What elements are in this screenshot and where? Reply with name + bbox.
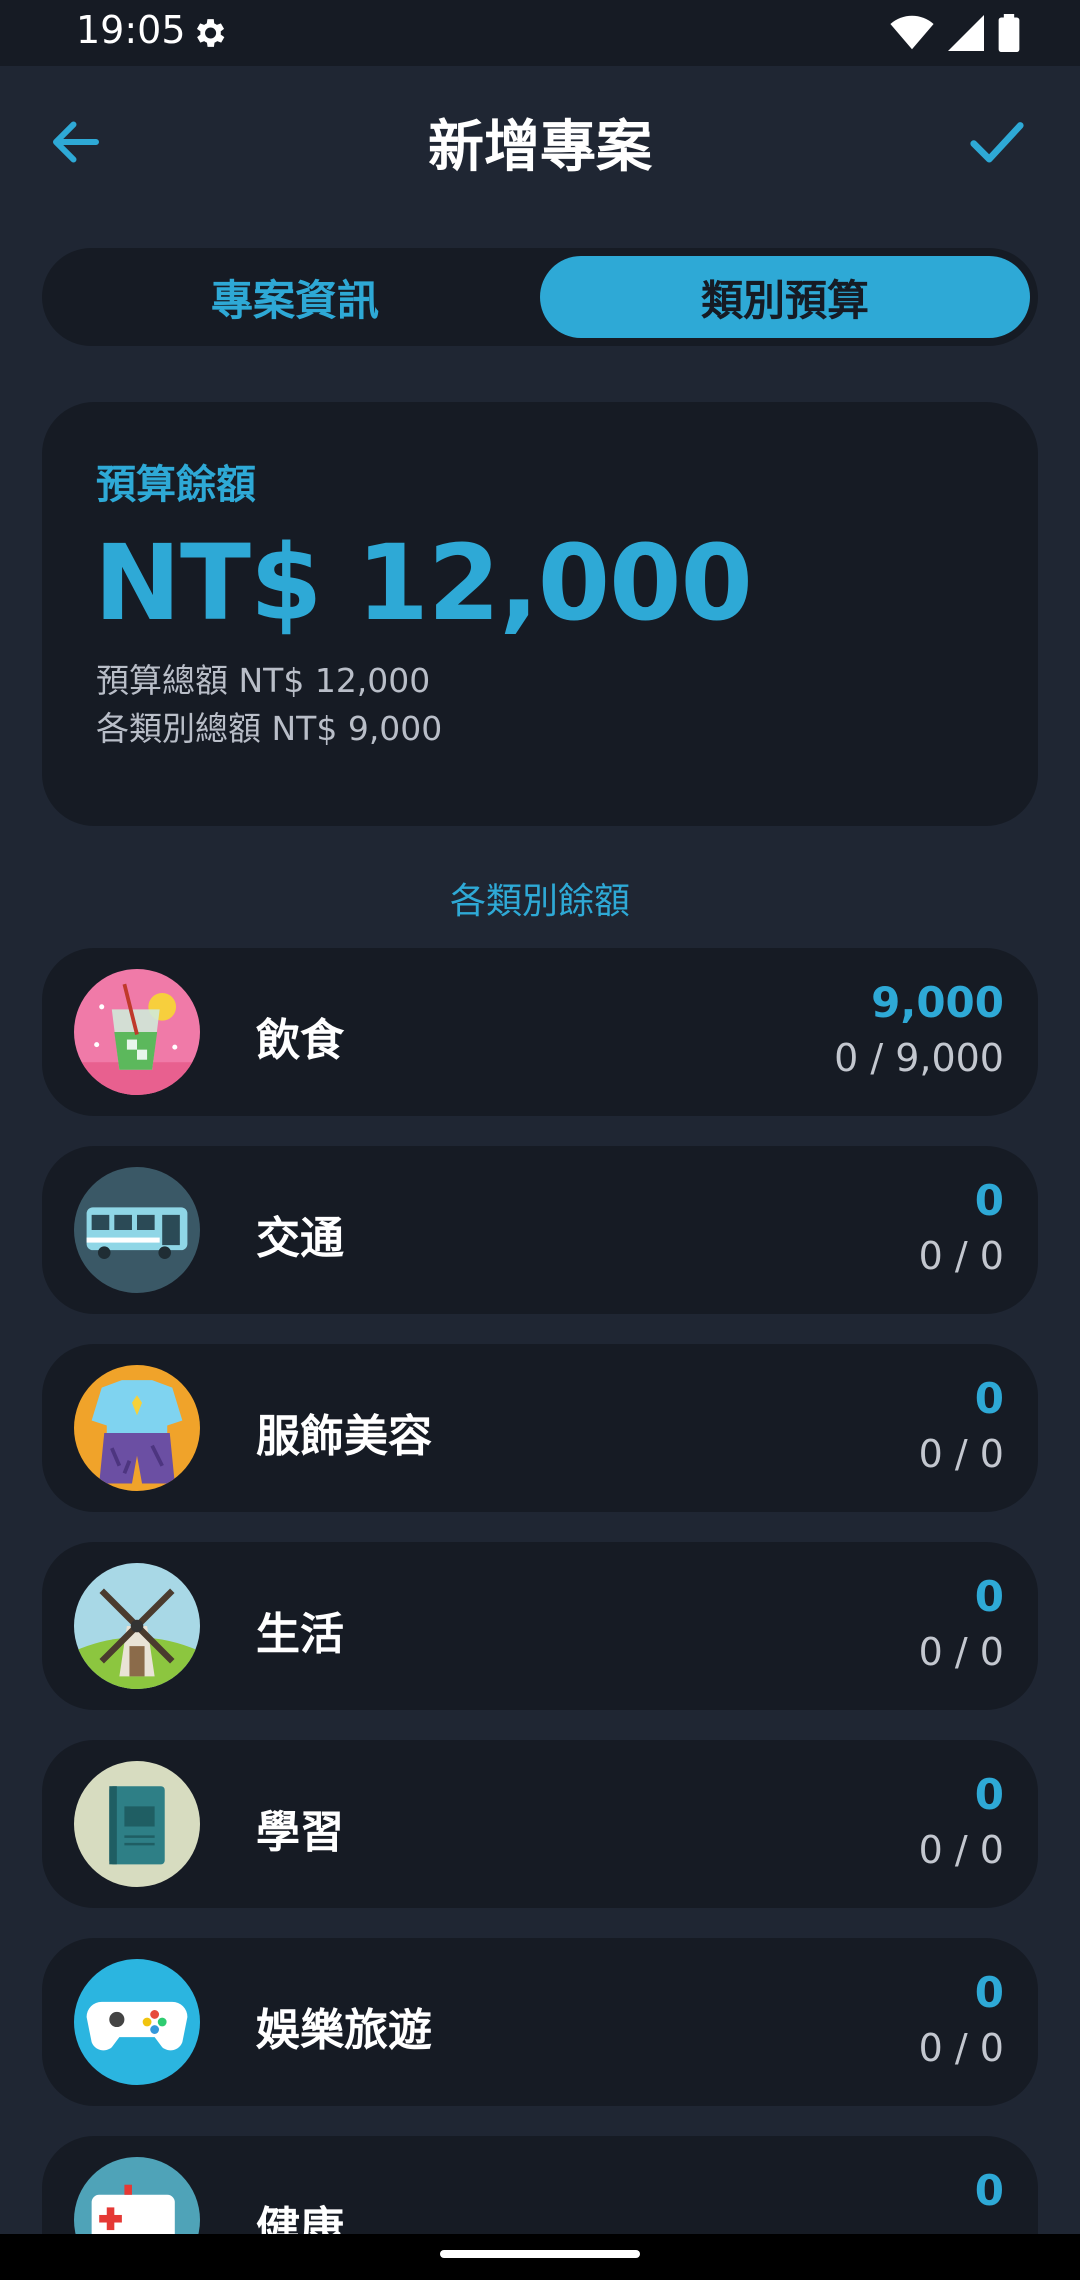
home-gesture-handle[interactable] xyxy=(440,2250,640,2258)
category-item-health[interactable]: 健康 0 xyxy=(42,2136,1038,2234)
drink-icon xyxy=(74,969,200,1095)
status-time: 19:05 xyxy=(76,8,186,52)
category-name: 服飾美容 xyxy=(256,1411,432,1462)
tab-category-budget[interactable]: 類別預算 xyxy=(540,256,1030,338)
category-name: 娛樂旅遊 xyxy=(256,2005,432,2056)
category-total-text: 各類別總額 NT$ 9,000 xyxy=(96,709,443,748)
battery-icon xyxy=(998,14,1020,52)
settings-gear-icon xyxy=(196,19,225,47)
category-remaining: 0 xyxy=(974,1770,1004,1819)
category-name: 交通 xyxy=(256,1213,344,1264)
category-item-clothing[interactable]: 服飾美容 0 0 / 0 xyxy=(42,1344,1038,1512)
category-remaining: 0 xyxy=(974,2166,1004,2215)
budget-total-text: 預算總額 NT$ 12,000 xyxy=(96,661,431,700)
category-ratio: 0 / 0 xyxy=(918,1828,1004,1872)
tab-project-info[interactable]: 專案資訊 xyxy=(50,256,540,338)
system-navigation-bar xyxy=(0,2234,1080,2280)
category-ratio: 0 / 9,000 xyxy=(834,1036,1004,1080)
category-name: 生活 xyxy=(256,1609,344,1660)
category-name: 學習 xyxy=(256,1807,344,1858)
category-ratio: 0 / 0 xyxy=(918,1432,1004,1476)
windmill-icon xyxy=(74,1563,200,1689)
category-item-transport[interactable]: 交通 0 0 / 0 xyxy=(42,1146,1038,1314)
status-bar: 19:05 xyxy=(0,0,1080,66)
category-name: 健康 xyxy=(256,2203,344,2234)
budget-summary-card: 預算餘額 NT$ 12,000 預算總額 NT$ 12,000 各類別總額 NT… xyxy=(42,402,1038,826)
category-item-food[interactable]: 飲食 9,000 0 / 9,000 xyxy=(42,948,1038,1116)
budget-remaining-label: 預算餘額 xyxy=(96,462,256,508)
category-item-living[interactable]: 生活 0 0 / 0 xyxy=(42,1542,1038,1710)
section-title: 各類別餘額 xyxy=(449,881,630,922)
category-item-learning[interactable]: 學習 0 0 / 0 xyxy=(42,1740,1038,1908)
confirm-check-icon[interactable] xyxy=(966,110,1028,172)
category-remaining: 0 xyxy=(974,1176,1004,1225)
book-icon xyxy=(74,1761,200,1887)
category-remaining: 0 xyxy=(974,1374,1004,1423)
category-remaining: 9,000 xyxy=(871,978,1004,1027)
category-remaining: 0 xyxy=(974,1968,1004,2017)
category-ratio: 0 / 0 xyxy=(918,1234,1004,1278)
clothing-icon xyxy=(74,1365,200,1491)
category-item-entertainment[interactable]: 娛樂旅遊 0 0 / 0 xyxy=(42,1938,1038,2106)
category-remaining: 0 xyxy=(974,1572,1004,1621)
signal-icon xyxy=(948,15,984,51)
page-title: 新增專案 xyxy=(428,115,652,180)
category-ratio: 0 / 0 xyxy=(918,1630,1004,1674)
tab-bar: 專案資訊 類別預算 xyxy=(42,248,1038,346)
category-name: 飲食 xyxy=(256,1015,344,1066)
gamepad-icon xyxy=(74,1959,200,2085)
bus-icon xyxy=(74,1167,200,1293)
ambulance-icon xyxy=(74,2157,200,2234)
app-bar: 新增專案 xyxy=(0,66,1080,218)
category-ratio: 0 / 0 xyxy=(918,2026,1004,2070)
wifi-icon xyxy=(890,15,934,50)
budget-remaining-amount: NT$ 12,000 xyxy=(94,522,753,644)
